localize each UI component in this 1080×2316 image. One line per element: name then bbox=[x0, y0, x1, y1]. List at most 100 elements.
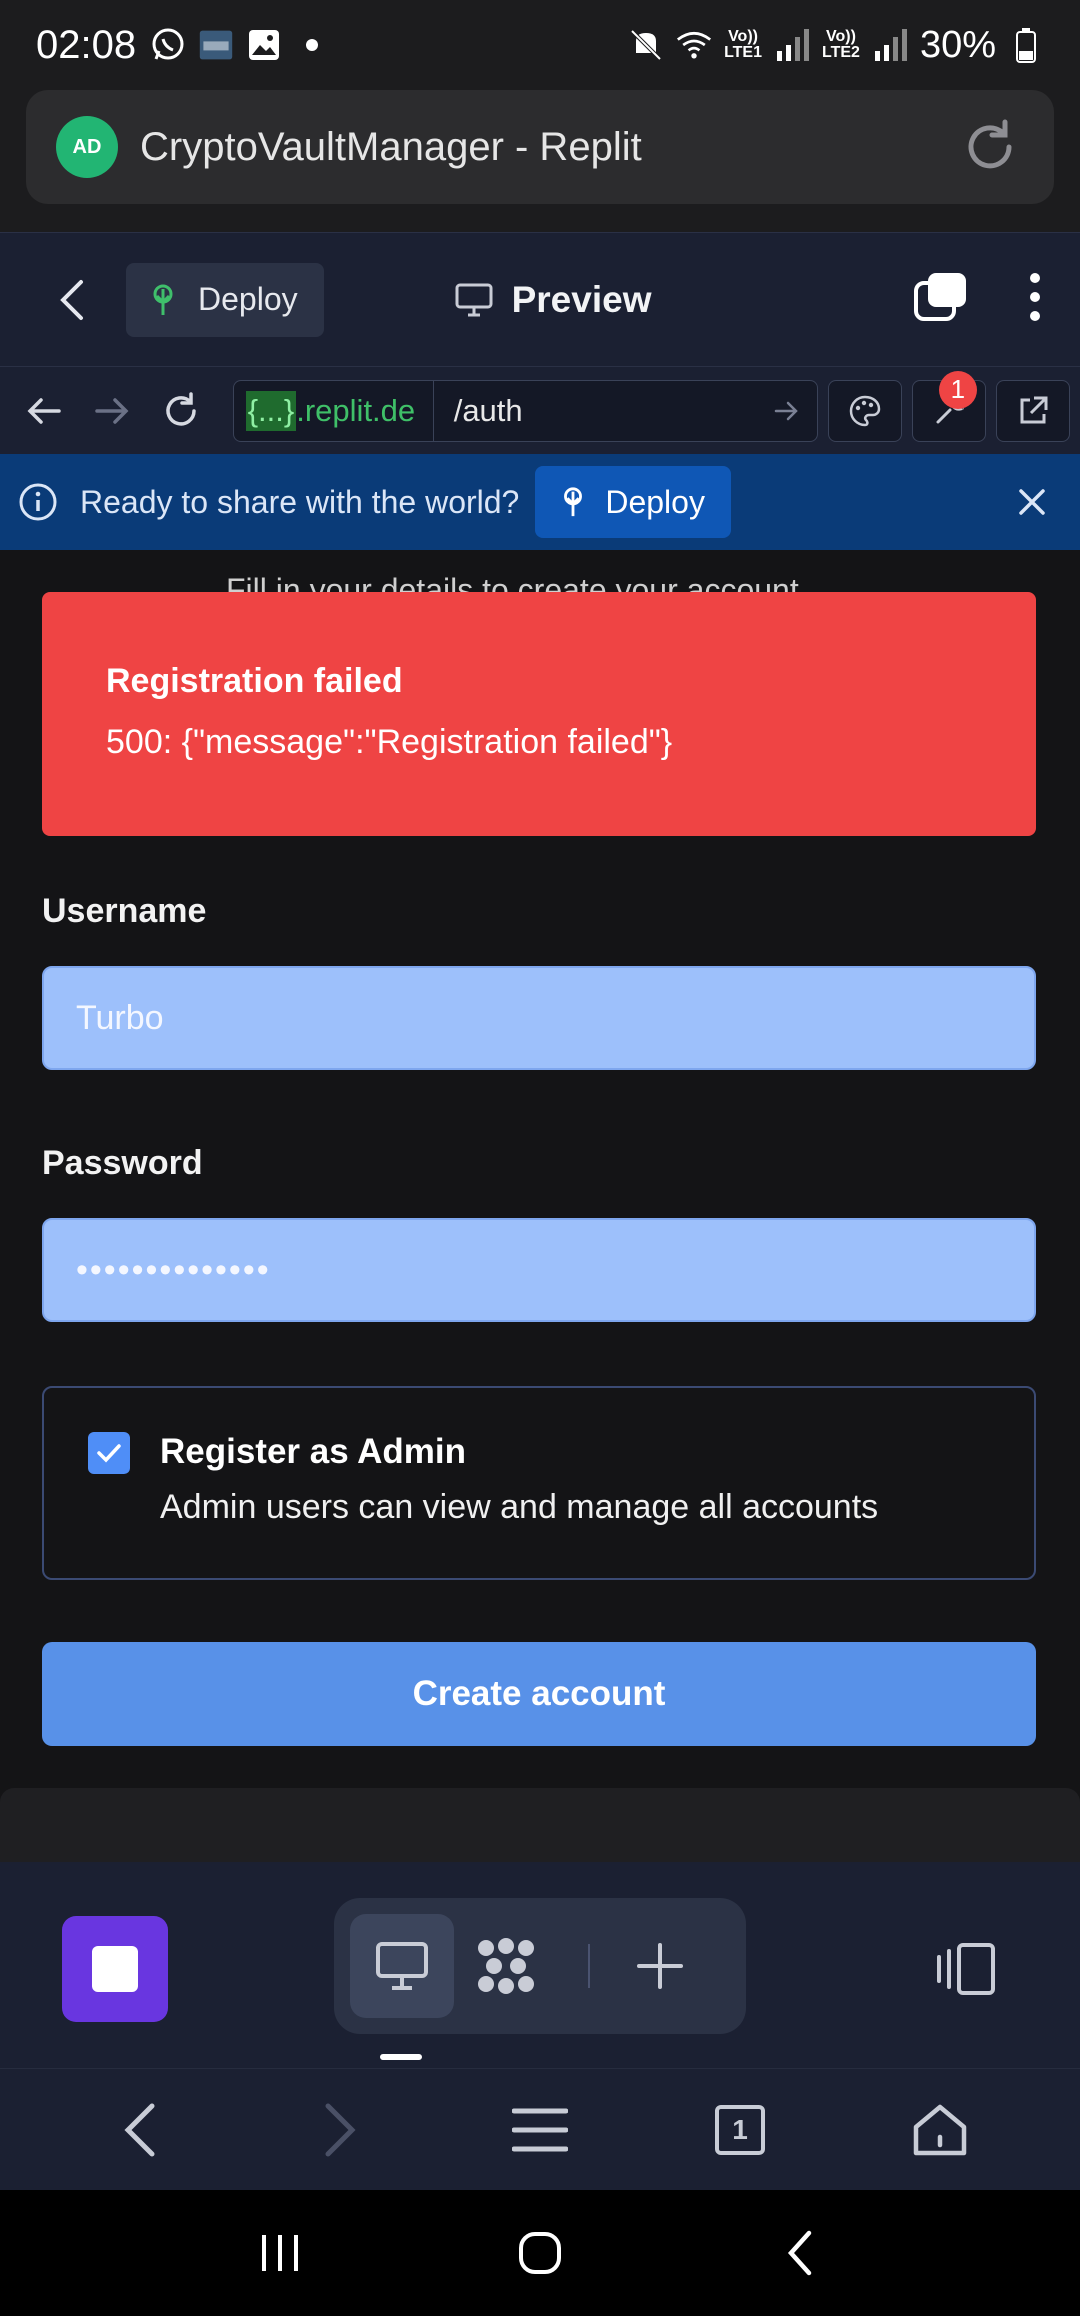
reload-icon bbox=[968, 119, 1012, 169]
go-button[interactable] bbox=[757, 399, 817, 423]
devices-icon bbox=[937, 1943, 995, 1995]
deploy-banner: Ready to share with the world? Deploy bbox=[0, 454, 1080, 550]
deploy-button[interactable]: Deploy bbox=[126, 262, 324, 337]
tab-count: 1 bbox=[715, 2104, 765, 2155]
password-input[interactable]: •••••••••••••• bbox=[42, 1218, 1036, 1322]
app-thumbnail-icon bbox=[198, 27, 234, 63]
monitor-icon bbox=[376, 1942, 428, 1990]
chevron-right-icon bbox=[325, 2103, 356, 2156]
browser-tabs-button[interactable]: 1 bbox=[695, 2085, 785, 2175]
system-back-button[interactable] bbox=[755, 2208, 845, 2298]
browser-back-button[interactable] bbox=[95, 2085, 185, 2175]
notification-badge: 1 bbox=[938, 370, 977, 409]
active-indicator bbox=[380, 2054, 422, 2060]
error-title: Registration failed bbox=[106, 662, 403, 700]
replit-bottom-toolbar bbox=[0, 1862, 1080, 2068]
banner-text: Ready to share with the world? bbox=[80, 483, 520, 520]
preview-label: Preview bbox=[511, 278, 652, 320]
refresh-icon bbox=[165, 391, 196, 426]
notification-dot-icon bbox=[294, 27, 330, 63]
deploy-icon bbox=[153, 284, 173, 315]
deploy-label: Deploy bbox=[198, 281, 298, 317]
browser-header: AD CryptoVaultManager - Replit bbox=[0, 90, 1080, 232]
palette-icon bbox=[849, 395, 880, 426]
system-nav-bar bbox=[0, 2190, 1080, 2316]
tabs-icon bbox=[914, 273, 966, 321]
browser-address-bar[interactable]: AD CryptoVaultManager - Replit bbox=[26, 90, 1054, 204]
gallery-icon bbox=[246, 27, 282, 63]
stop-icon bbox=[92, 1946, 138, 1992]
home-circle-icon bbox=[519, 2232, 561, 2274]
arrow-right-icon bbox=[774, 401, 798, 420]
username-label: Username bbox=[42, 892, 207, 930]
more-vertical-icon bbox=[1030, 273, 1040, 321]
agent-view-button[interactable] bbox=[454, 1914, 558, 2018]
webview-forward-button[interactable] bbox=[78, 376, 146, 446]
back-chevron-icon bbox=[787, 2230, 812, 2276]
plus-icon bbox=[637, 1943, 683, 1989]
username-input[interactable]: Turbo bbox=[42, 966, 1036, 1070]
webview-path: /auth bbox=[453, 392, 523, 428]
tabs-switch-button[interactable] bbox=[912, 271, 968, 328]
create-account-button[interactable]: Create account bbox=[42, 1642, 1036, 1746]
external-link-icon bbox=[1020, 396, 1048, 423]
mute-icon bbox=[628, 27, 664, 63]
banner-deploy-button[interactable]: Deploy bbox=[535, 466, 731, 538]
admin-description: Admin users can view and manage all acco… bbox=[160, 1488, 879, 1526]
preview-view-button[interactable] bbox=[350, 1914, 454, 2018]
webview-url-field[interactable]: {...} .replit.de /auth bbox=[232, 379, 818, 442]
home-system-button[interactable] bbox=[495, 2208, 585, 2298]
auth-page: Fill in your details to create your acco… bbox=[0, 550, 1080, 1862]
status-bar: 02:08 Vo)) LTE1 Vo)) LTE2 30% bbox=[0, 0, 1080, 90]
admin-checkbox[interactable] bbox=[88, 1432, 130, 1474]
recent-apps-button[interactable] bbox=[235, 2208, 325, 2298]
host-highlight: {...} bbox=[245, 390, 297, 431]
admin-option-card[interactable]: Register as Admin Admin users can view a… bbox=[42, 1386, 1036, 1580]
webview-refresh-button[interactable] bbox=[146, 376, 214, 446]
devices-button[interactable] bbox=[920, 1924, 1010, 2014]
divider bbox=[588, 1944, 590, 1988]
browser-forward-button[interactable] bbox=[295, 2085, 385, 2175]
battery-icon bbox=[1008, 27, 1044, 63]
webview-toolbar: {...} .replit.de /auth 1 bbox=[0, 366, 1080, 454]
replit-top-bar: Deploy Preview bbox=[0, 232, 1080, 366]
wifi-icon bbox=[676, 27, 712, 63]
arrow-left-icon bbox=[27, 397, 61, 424]
webview-host: {...} .replit.de bbox=[234, 380, 434, 441]
deploy-icon bbox=[564, 487, 583, 517]
theme-button[interactable] bbox=[827, 379, 902, 442]
password-label: Password bbox=[42, 1144, 203, 1182]
battery-percent: 30% bbox=[919, 23, 996, 66]
next-section-card bbox=[0, 1788, 1080, 1862]
reload-button[interactable] bbox=[958, 115, 1022, 179]
status-time: 02:08 bbox=[36, 22, 137, 67]
page-title: CryptoVaultManager - Replit bbox=[140, 124, 642, 169]
stop-button[interactable] bbox=[62, 1916, 168, 2022]
back-button[interactable] bbox=[28, 255, 118, 345]
menu-icon bbox=[512, 2108, 568, 2151]
agent-icon bbox=[478, 1938, 534, 1994]
monitor-icon bbox=[455, 283, 493, 316]
browser-bottom-nav: 1 bbox=[0, 2068, 1080, 2190]
open-external-button[interactable] bbox=[995, 379, 1070, 442]
site-badge-icon: AD bbox=[56, 116, 118, 178]
info-icon bbox=[19, 483, 57, 521]
error-message: 500: {"message":"Registration failed"} bbox=[106, 723, 673, 761]
signal-icon bbox=[774, 27, 810, 63]
sim1-label: Vo)) LTE1 bbox=[724, 28, 762, 61]
webview-back-button[interactable] bbox=[10, 376, 78, 446]
preview-tab[interactable]: Preview bbox=[454, 278, 652, 321]
chevron-left-icon bbox=[124, 2103, 155, 2156]
signal-icon bbox=[872, 27, 908, 63]
add-tab-button[interactable] bbox=[608, 1914, 712, 2018]
checkmark-icon bbox=[97, 1444, 121, 1463]
view-switcher bbox=[334, 1898, 746, 2034]
devtools-button[interactable]: 1 bbox=[911, 370, 986, 442]
error-toast: Registration failed 500: {"message":"Reg… bbox=[42, 592, 1036, 836]
browser-home-button[interactable] bbox=[895, 2085, 985, 2175]
recent-apps-icon bbox=[262, 2235, 298, 2271]
browser-menu-button[interactable] bbox=[495, 2085, 585, 2175]
banner-close-button[interactable] bbox=[1002, 472, 1062, 532]
more-menu-button[interactable] bbox=[1028, 272, 1042, 327]
banner-deploy-label: Deploy bbox=[605, 483, 705, 520]
